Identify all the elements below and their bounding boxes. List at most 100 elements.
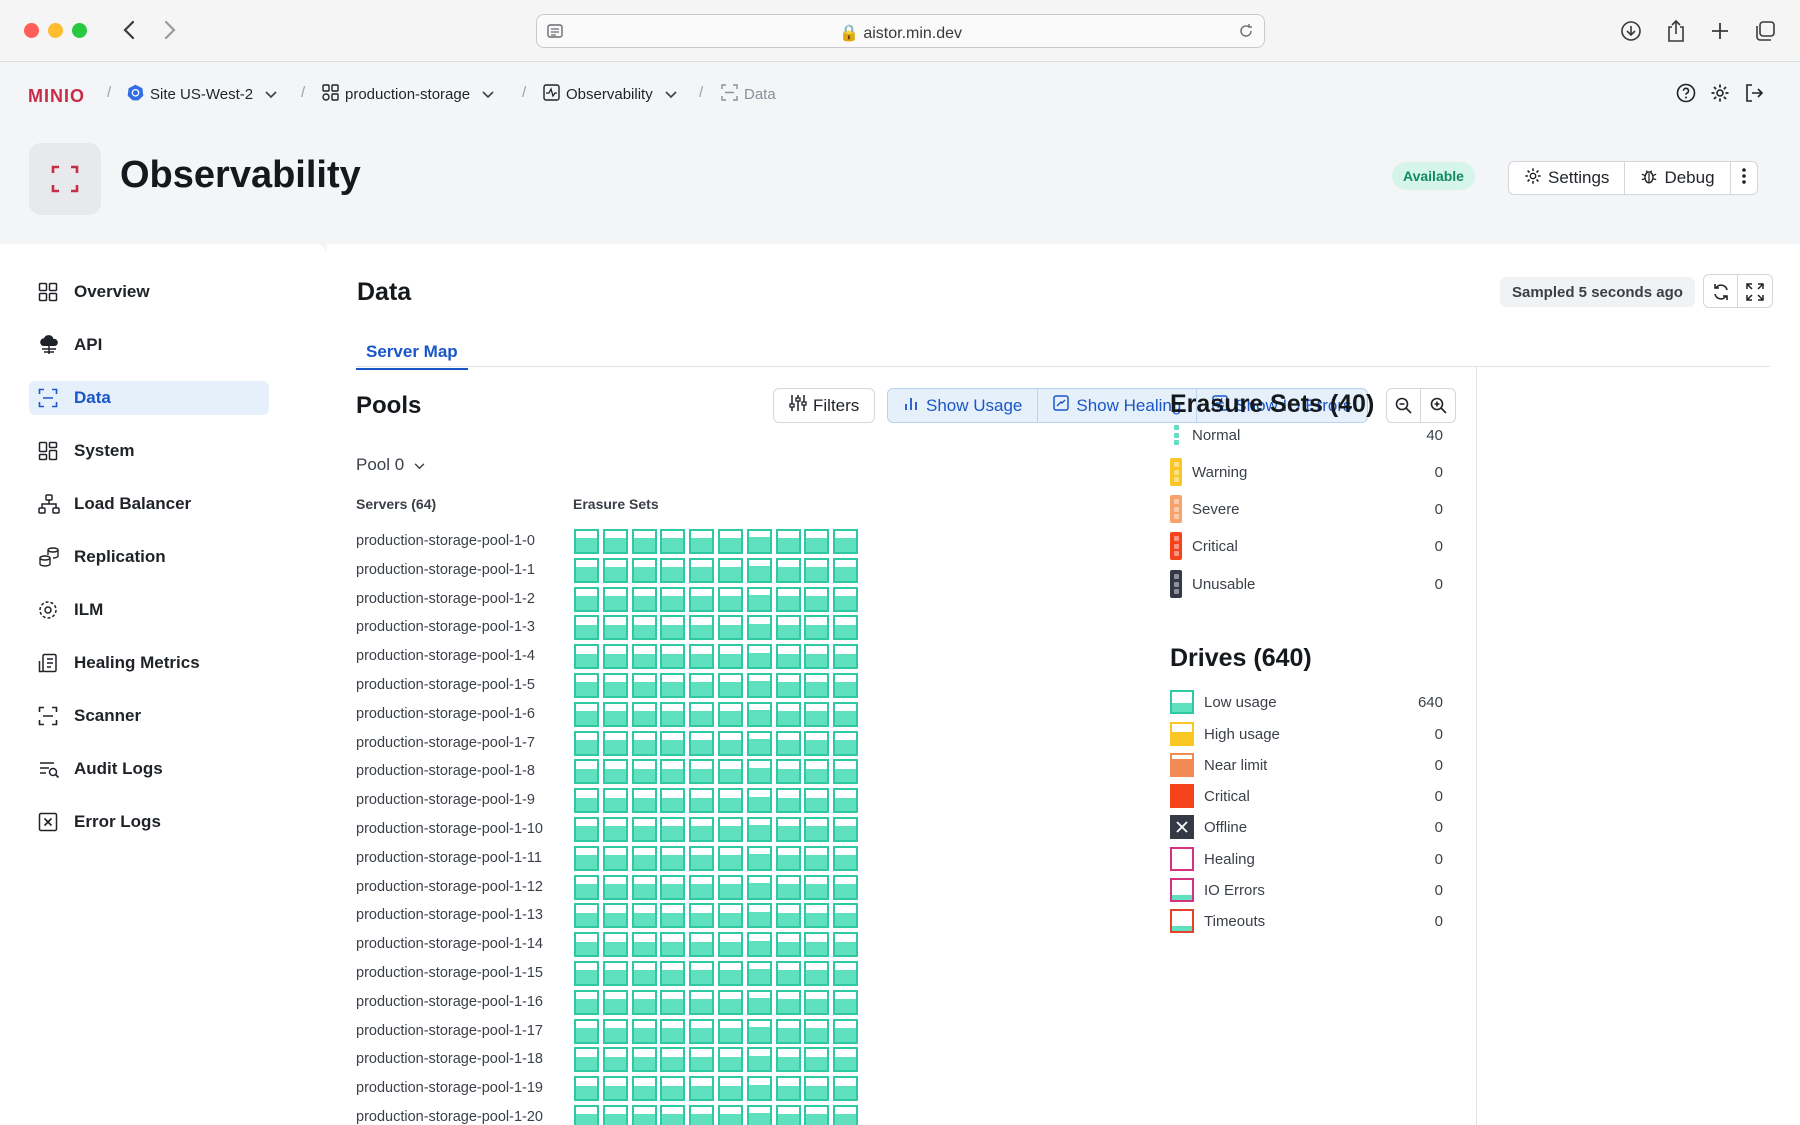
drive-cell[interactable] <box>746 1105 772 1125</box>
drive-cell[interactable] <box>574 1047 599 1073</box>
server-name[interactable]: production-storage-pool-1-13 <box>356 907 543 923</box>
drive-cell[interactable] <box>602 1018 628 1044</box>
drive-cell[interactable] <box>631 874 657 900</box>
drive-cell[interactable] <box>689 701 715 727</box>
drive-cell[interactable] <box>833 903 859 929</box>
drive-cell[interactable] <box>718 874 743 900</box>
server-name[interactable]: production-storage-pool-1-6 <box>356 706 535 722</box>
drive-cell[interactable] <box>574 989 599 1015</box>
drive-cell[interactable] <box>574 557 599 583</box>
drive-cell[interactable] <box>775 701 801 727</box>
server-name[interactable]: production-storage-pool-1-1 <box>356 562 535 578</box>
drive-cell[interactable] <box>804 1076 830 1102</box>
drive-cell[interactable] <box>689 759 715 785</box>
drive-cell[interactable] <box>574 788 599 814</box>
drive-cell[interactable] <box>746 961 772 986</box>
drive-cell[interactable] <box>574 586 599 612</box>
drive-cell[interactable] <box>833 730 859 756</box>
drive-cell[interactable] <box>660 644 686 670</box>
drive-cell[interactable] <box>689 1018 715 1044</box>
drive-cell[interactable] <box>574 529 599 554</box>
drive-cell[interactable] <box>746 845 772 871</box>
drive-cell[interactable] <box>689 557 715 583</box>
new-tab-icon[interactable] <box>1707 18 1733 44</box>
drive-cell[interactable] <box>689 1047 715 1073</box>
drive-cell[interactable] <box>602 817 628 842</box>
sidebar-item-overview[interactable]: Overview <box>29 275 269 309</box>
drive-cell[interactable] <box>602 615 628 641</box>
drive-cell[interactable] <box>775 1076 801 1102</box>
minio-logo[interactable]: MINIO <box>28 86 85 107</box>
drive-cell[interactable] <box>689 673 715 698</box>
drive-cell[interactable] <box>718 701 743 727</box>
drive-cell[interactable] <box>746 557 772 583</box>
drive-cell[interactable] <box>602 845 628 871</box>
drive-cell[interactable] <box>631 644 657 670</box>
zoom-window-button[interactable] <box>72 23 87 38</box>
drive-cell[interactable] <box>833 961 859 986</box>
drive-cell[interactable] <box>804 932 830 958</box>
drive-cell[interactable] <box>660 874 686 900</box>
drive-cell[interactable] <box>718 615 743 641</box>
drive-cell[interactable] <box>574 1076 599 1102</box>
drive-cell[interactable] <box>746 1047 772 1073</box>
sidebar-item-load-balancer[interactable]: Load Balancer <box>29 487 269 521</box>
drive-cell[interactable] <box>746 989 772 1015</box>
server-name[interactable]: production-storage-pool-1-0 <box>356 533 535 549</box>
drive-cell[interactable] <box>602 586 628 612</box>
drive-cell[interactable] <box>833 529 859 554</box>
drive-cell[interactable] <box>602 989 628 1015</box>
drive-cell[interactable] <box>775 673 801 698</box>
zoom-in-icon[interactable] <box>1421 389 1455 422</box>
close-window-button[interactable] <box>24 23 39 38</box>
drive-cell[interactable] <box>804 788 830 814</box>
drive-cell[interactable] <box>660 529 686 554</box>
drive-cell[interactable] <box>746 903 772 929</box>
server-name[interactable]: production-storage-pool-1-12 <box>356 879 543 895</box>
drive-cell[interactable] <box>775 961 801 986</box>
sidebar-item-api[interactable]: API <box>29 328 269 362</box>
sidebar-item-ilm[interactable]: ILM <box>29 593 269 627</box>
drive-cell[interactable] <box>689 644 715 670</box>
drive-cell[interactable] <box>631 903 657 929</box>
drive-cell[interactable] <box>833 788 859 814</box>
sidebar-item-error-logs[interactable]: Error Logs <box>29 805 269 839</box>
drive-cell[interactable] <box>689 932 715 958</box>
drive-cell[interactable] <box>631 1105 657 1125</box>
drive-cell[interactable] <box>746 701 772 727</box>
drive-cell[interactable] <box>833 586 859 612</box>
drive-cell[interactable] <box>804 1105 830 1125</box>
drive-cell[interactable] <box>746 615 772 641</box>
back-icon[interactable] <box>117 17 141 43</box>
drive-cell[interactable] <box>689 730 715 756</box>
filters-button[interactable]: Filters <box>773 388 876 423</box>
server-name[interactable]: production-storage-pool-1-4 <box>356 648 535 664</box>
drive-cell[interactable] <box>660 673 686 698</box>
download-icon[interactable] <box>1618 18 1644 44</box>
drive-cell[interactable] <box>660 586 686 612</box>
drive-cell[interactable] <box>775 529 801 554</box>
drive-cell[interactable] <box>775 644 801 670</box>
server-name[interactable]: production-storage-pool-1-15 <box>356 965 543 981</box>
drive-cell[interactable] <box>602 557 628 583</box>
drive-cell[interactable] <box>746 759 772 785</box>
drive-cell[interactable] <box>631 586 657 612</box>
breadcrumb-site[interactable]: Site US-West-2 <box>127 84 277 105</box>
drive-cell[interactable] <box>833 874 859 900</box>
gear-icon[interactable] <box>1709 82 1731 104</box>
server-name[interactable]: production-storage-pool-1-20 <box>356 1109 543 1125</box>
drive-cell[interactable] <box>804 644 830 670</box>
drive-cell[interactable] <box>602 1047 628 1073</box>
drive-cell[interactable] <box>833 817 859 842</box>
drive-cell[interactable] <box>602 1105 628 1125</box>
drive-cell[interactable] <box>660 615 686 641</box>
drive-cell[interactable] <box>804 759 830 785</box>
server-name[interactable]: production-storage-pool-1-19 <box>356 1080 543 1096</box>
drive-cell[interactable] <box>689 874 715 900</box>
drive-cell[interactable] <box>746 529 772 554</box>
drive-cell[interactable] <box>746 586 772 612</box>
drive-cell[interactable] <box>718 932 743 958</box>
drive-cell[interactable] <box>602 701 628 727</box>
drive-cell[interactable] <box>660 701 686 727</box>
drive-cell[interactable] <box>804 586 830 612</box>
